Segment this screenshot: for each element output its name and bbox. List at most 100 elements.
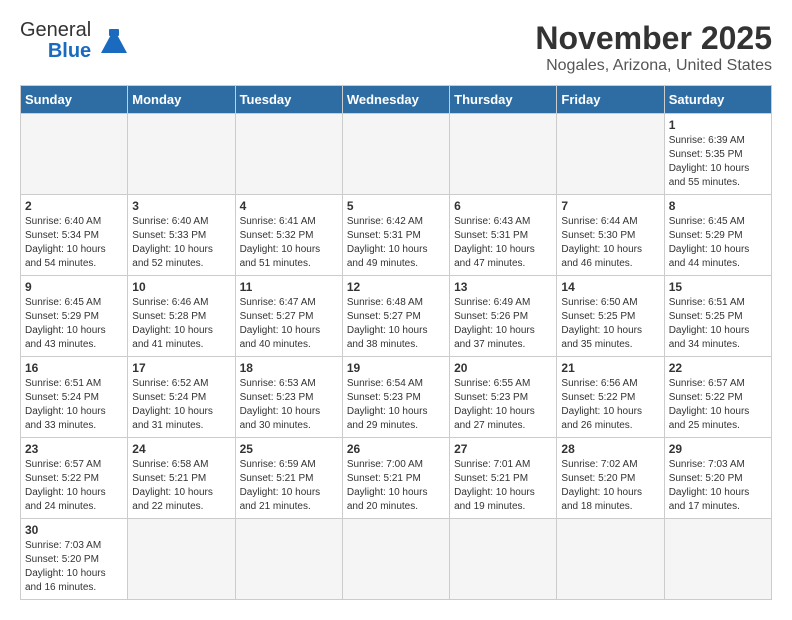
logo-general: General (20, 19, 91, 41)
day-number: 14 (561, 280, 659, 294)
sun-info: Sunrise: 6:58 AM Sunset: 5:21 PM Dayligh… (132, 458, 230, 514)
sun-info: Sunrise: 6:45 AM Sunset: 5:29 PM Dayligh… (669, 215, 767, 271)
sun-info: Sunrise: 6:50 AM Sunset: 5:25 PM Dayligh… (561, 296, 659, 352)
weekday-header-saturday: Saturday (664, 86, 771, 114)
calendar-cell (450, 519, 557, 600)
sun-info: Sunrise: 6:52 AM Sunset: 5:24 PM Dayligh… (132, 377, 230, 433)
weekday-header-friday: Friday (557, 86, 664, 114)
week-row-2: 2 Sunrise: 6:40 AM Sunset: 5:34 PM Daylig… (21, 195, 772, 276)
day-number: 22 (669, 361, 767, 375)
calendar-cell (450, 114, 557, 195)
calendar-cell: 1 Sunrise: 6:39 AM Sunset: 5:35 PM Daylig… (664, 114, 771, 195)
calendar-cell: 14 Sunrise: 6:50 AM Sunset: 5:25 PM Dayli… (557, 276, 664, 357)
sun-info: Sunrise: 7:02 AM Sunset: 5:20 PM Dayligh… (561, 458, 659, 514)
sun-info: Sunrise: 6:46 AM Sunset: 5:28 PM Dayligh… (132, 296, 230, 352)
logo: General Blue (20, 20, 129, 62)
weekday-header-row: SundayMondayTuesdayWednesdayThursdayFrid… (21, 86, 772, 114)
sun-info: Sunrise: 6:45 AM Sunset: 5:29 PM Dayligh… (25, 296, 123, 352)
weekday-header-tuesday: Tuesday (235, 86, 342, 114)
logo-icon-area (99, 27, 129, 60)
sun-info: Sunrise: 6:40 AM Sunset: 5:33 PM Dayligh… (132, 215, 230, 271)
week-row-5: 23 Sunrise: 6:57 AM Sunset: 5:22 PM Dayli… (21, 438, 772, 519)
calendar-cell (21, 114, 128, 195)
calendar-cell (664, 519, 771, 600)
calendar-cell: 24 Sunrise: 6:58 AM Sunset: 5:21 PM Dayli… (128, 438, 235, 519)
page: General Blue November 2025 Nogales, Ariz… (0, 0, 792, 620)
calendar-cell (128, 114, 235, 195)
week-row-1: 1 Sunrise: 6:39 AM Sunset: 5:35 PM Daylig… (21, 114, 772, 195)
calendar-cell: 3Sunrise: 6:40 AM Sunset: 5:33 PM Daylig… (128, 195, 235, 276)
sun-info: Sunrise: 7:00 AM Sunset: 5:21 PM Dayligh… (347, 458, 445, 514)
sun-info: Sunrise: 6:55 AM Sunset: 5:23 PM Dayligh… (454, 377, 552, 433)
calendar-table: SundayMondayTuesdayWednesdayThursdayFrid… (20, 85, 772, 600)
week-row-4: 16Sunrise: 6:51 AM Sunset: 5:24 PM Dayli… (21, 357, 772, 438)
calendar-cell: 4Sunrise: 6:41 AM Sunset: 5:32 PM Daylig… (235, 195, 342, 276)
day-number: 6 (454, 199, 552, 213)
sun-info: Sunrise: 7:03 AM Sunset: 5:20 PM Dayligh… (25, 539, 123, 595)
day-number: 9 (25, 280, 123, 294)
calendar-cell: 6 Sunrise: 6:43 AM Sunset: 5:31 PM Daylig… (450, 195, 557, 276)
calendar-cell: 12Sunrise: 6:48 AM Sunset: 5:27 PM Dayli… (342, 276, 449, 357)
sun-info: Sunrise: 6:51 AM Sunset: 5:25 PM Dayligh… (669, 296, 767, 352)
calendar-cell: 25Sunrise: 6:59 AM Sunset: 5:21 PM Dayli… (235, 438, 342, 519)
calendar-cell: 16Sunrise: 6:51 AM Sunset: 5:24 PM Dayli… (21, 357, 128, 438)
day-number: 15 (669, 280, 767, 294)
calendar-cell: 22Sunrise: 6:57 AM Sunset: 5:22 PM Dayli… (664, 357, 771, 438)
calendar-cell: 17 Sunrise: 6:52 AM Sunset: 5:24 PM Dayli… (128, 357, 235, 438)
calendar-cell: 5Sunrise: 6:42 AM Sunset: 5:31 PM Daylig… (342, 195, 449, 276)
calendar-cell: 18Sunrise: 6:53 AM Sunset: 5:23 PM Dayli… (235, 357, 342, 438)
day-number: 19 (347, 361, 445, 375)
calendar-cell (342, 519, 449, 600)
day-number: 25 (240, 442, 338, 456)
day-number: 2 (25, 199, 123, 213)
day-number: 17 (132, 361, 230, 375)
weekday-header-thursday: Thursday (450, 86, 557, 114)
day-number: 23 (25, 442, 123, 456)
calendar-cell: 19 Sunrise: 6:54 AM Sunset: 5:23 PM Dayli… (342, 357, 449, 438)
day-number: 29 (669, 442, 767, 456)
calendar-cell: 8 Sunrise: 6:45 AM Sunset: 5:29 PM Daylig… (664, 195, 771, 276)
calendar-cell: 11Sunrise: 6:47 AM Sunset: 5:27 PM Dayli… (235, 276, 342, 357)
calendar-cell: 2 Sunrise: 6:40 AM Sunset: 5:34 PM Daylig… (21, 195, 128, 276)
title-area: November 2025 Nogales, Arizona, United S… (535, 20, 772, 75)
sun-info: Sunrise: 6:43 AM Sunset: 5:31 PM Dayligh… (454, 215, 552, 271)
weekday-header-monday: Monday (128, 86, 235, 114)
calendar-cell: 10Sunrise: 6:46 AM Sunset: 5:28 PM Dayli… (128, 276, 235, 357)
sun-info: Sunrise: 7:03 AM Sunset: 5:20 PM Dayligh… (669, 458, 767, 514)
day-number: 28 (561, 442, 659, 456)
calendar-cell: 13Sunrise: 6:49 AM Sunset: 5:26 PM Dayli… (450, 276, 557, 357)
calendar-cell: 27Sunrise: 7:01 AM Sunset: 5:21 PM Dayli… (450, 438, 557, 519)
header: General Blue November 2025 Nogales, Ariz… (20, 20, 772, 75)
sun-info: Sunrise: 6:41 AM Sunset: 5:32 PM Dayligh… (240, 215, 338, 271)
sun-info: Sunrise: 6:44 AM Sunset: 5:30 PM Dayligh… (561, 215, 659, 271)
day-number: 26 (347, 442, 445, 456)
day-number: 1 (669, 118, 767, 132)
day-number: 7 (561, 199, 659, 213)
calendar-cell: 30 Sunrise: 7:03 AM Sunset: 5:20 PM Dayli… (21, 519, 128, 600)
calendar-cell: 26 Sunrise: 7:00 AM Sunset: 5:21 PM Dayli… (342, 438, 449, 519)
sun-info: Sunrise: 6:39 AM Sunset: 5:35 PM Dayligh… (669, 134, 767, 190)
sun-info: Sunrise: 6:47 AM Sunset: 5:27 PM Dayligh… (240, 296, 338, 352)
day-number: 24 (132, 442, 230, 456)
sun-info: Sunrise: 6:56 AM Sunset: 5:22 PM Dayligh… (561, 377, 659, 433)
sun-info: Sunrise: 6:48 AM Sunset: 5:27 PM Dayligh… (347, 296, 445, 352)
day-number: 16 (25, 361, 123, 375)
calendar-subtitle: Nogales, Arizona, United States (535, 57, 772, 75)
calendar-cell: 21 Sunrise: 6:56 AM Sunset: 5:22 PM Dayli… (557, 357, 664, 438)
day-number: 21 (561, 361, 659, 375)
logo-blue: Blue (48, 41, 91, 62)
week-row-6: 30 Sunrise: 7:03 AM Sunset: 5:20 PM Dayli… (21, 519, 772, 600)
day-number: 8 (669, 199, 767, 213)
day-number: 27 (454, 442, 552, 456)
calendar-cell: 9 Sunrise: 6:45 AM Sunset: 5:29 PM Daylig… (21, 276, 128, 357)
calendar-cell: 28 Sunrise: 7:02 AM Sunset: 5:20 PM Dayli… (557, 438, 664, 519)
calendar-cell: 23 Sunrise: 6:57 AM Sunset: 5:22 PM Dayli… (21, 438, 128, 519)
calendar-cell (128, 519, 235, 600)
day-number: 18 (240, 361, 338, 375)
sun-info: Sunrise: 6:57 AM Sunset: 5:22 PM Dayligh… (25, 458, 123, 514)
sun-info: Sunrise: 6:40 AM Sunset: 5:34 PM Dayligh… (25, 215, 123, 271)
sun-info: Sunrise: 6:42 AM Sunset: 5:31 PM Dayligh… (347, 215, 445, 271)
day-number: 30 (25, 523, 123, 537)
week-row-3: 9 Sunrise: 6:45 AM Sunset: 5:29 PM Daylig… (21, 276, 772, 357)
sun-info: Sunrise: 6:54 AM Sunset: 5:23 PM Dayligh… (347, 377, 445, 433)
